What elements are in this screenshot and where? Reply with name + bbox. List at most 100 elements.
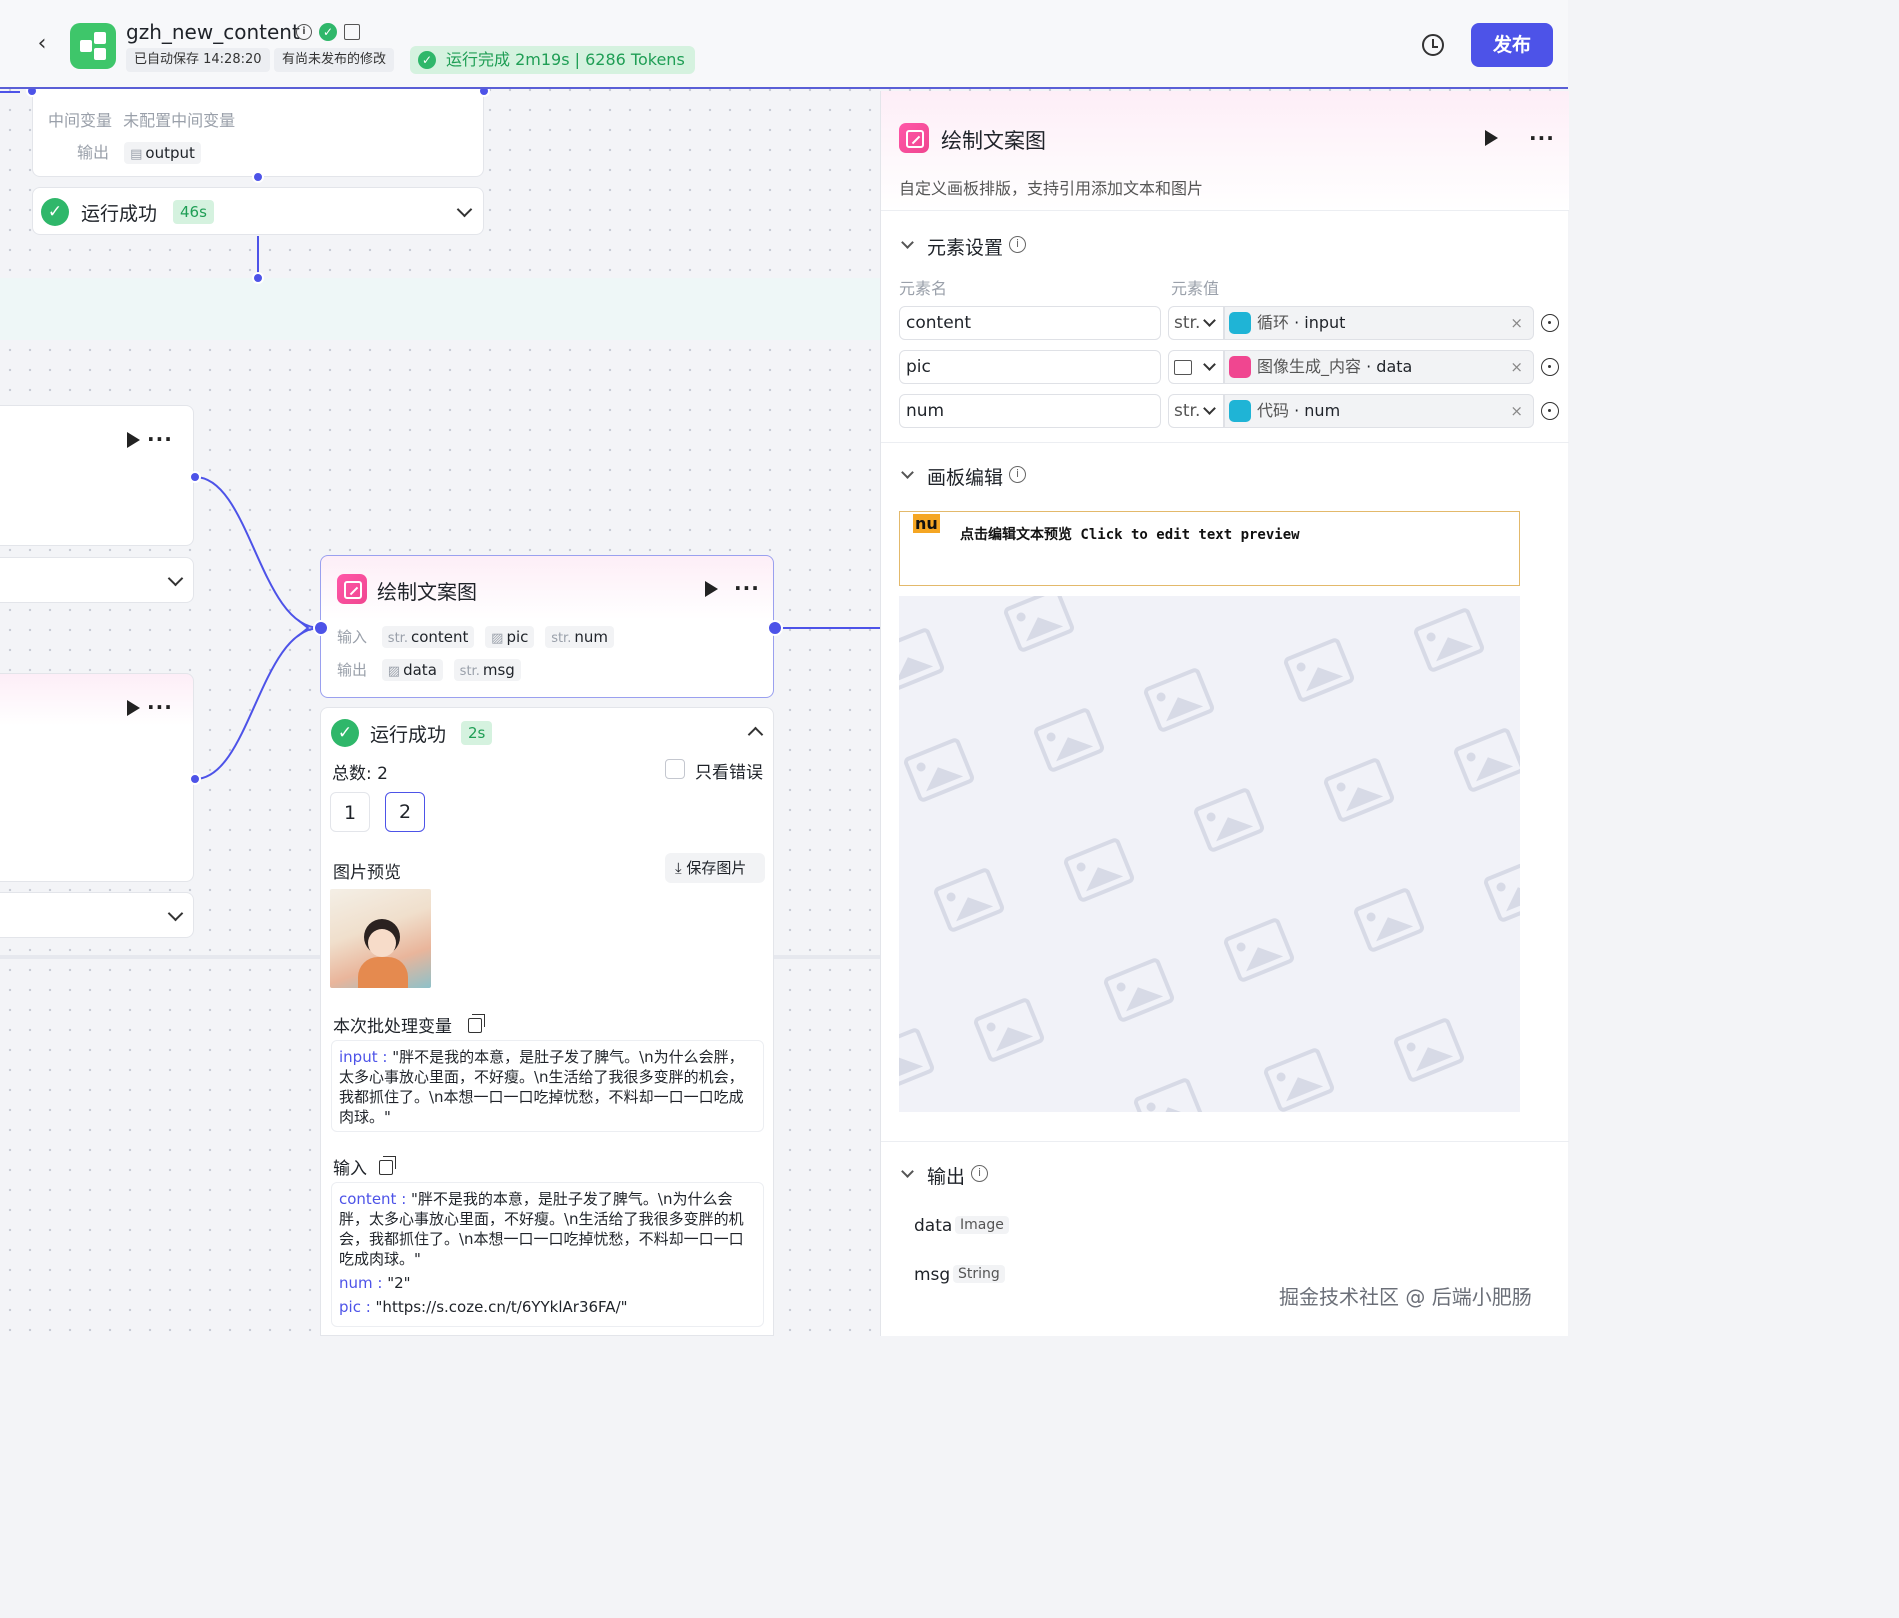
output-label: 输出 xyxy=(337,661,368,679)
main-node-title: 绘制文案图 xyxy=(377,580,477,604)
main-node-card[interactable]: 绘制文案图 ··· 输入 str. content ▨ pic str. num 输出… xyxy=(320,555,774,698)
run-status-badge[interactable]: ✓ 运行完成 2m19s | 6286 Tokens xyxy=(410,46,695,74)
divider xyxy=(881,1141,1569,1142)
col-value-header: 元素值 xyxy=(1171,279,1220,298)
clear-icon[interactable]: × xyxy=(1510,307,1523,339)
input-param-content: str. content xyxy=(381,626,475,648)
input-values-box: content : "胖不是我的本意，是肚子发了脾气。\n为什么会胖，太多心事放… xyxy=(331,1182,764,1327)
watermark: 掘金技术社区 @ 后端小肥肠 xyxy=(1279,1285,1532,1309)
clear-icon[interactable]: × xyxy=(1510,395,1523,427)
panel-header: 绘制文案图 ··· 自定义画板排版，支持引用添加文本和图片 xyxy=(881,91,1569,211)
element-type-select[interactable]: str. xyxy=(1168,394,1224,428)
copy-icon[interactable] xyxy=(379,1156,396,1175)
success-check-icon: ✓ xyxy=(418,51,436,69)
image-icon: ▨ xyxy=(387,664,401,679)
play-icon[interactable] xyxy=(127,700,140,716)
page-1-button[interactable]: 1 xyxy=(330,792,370,832)
play-icon[interactable] xyxy=(127,432,140,448)
copy-icon[interactable] xyxy=(468,1014,485,1033)
panel-description: 自定义画板排版，支持引用添加文本和图片 xyxy=(899,179,1204,198)
canvas-text-box[interactable]: nu 点击编辑文本预览 Click to edit text preview xyxy=(899,511,1520,586)
edit-icon[interactable] xyxy=(344,24,360,40)
output-type: String xyxy=(953,1265,1005,1283)
chevron-down-icon[interactable] xyxy=(456,201,473,218)
left-node-1[interactable]: ··· xyxy=(0,405,194,546)
main-node-input-port[interactable] xyxy=(313,620,329,636)
info-icon[interactable]: i xyxy=(971,1165,988,1182)
left-node-2-output-port[interactable] xyxy=(189,773,201,785)
element-value-ref[interactable]: 循环 · input × xyxy=(1224,306,1534,340)
top-bar: ‹ gzh_new_content i ✓ 已自动保存 14:28:20 有尚未… xyxy=(0,0,1568,89)
output-name: msg xyxy=(914,1265,951,1285)
collapse-chevron-icon[interactable] xyxy=(901,1165,914,1178)
loop-icon xyxy=(1229,312,1251,334)
chevron-up-icon[interactable] xyxy=(747,726,764,743)
more-icon[interactable]: ··· xyxy=(734,578,760,598)
divider xyxy=(881,442,1569,443)
play-icon[interactable] xyxy=(1485,130,1498,146)
chevron-down-icon xyxy=(1203,402,1216,415)
more-icon[interactable]: ··· xyxy=(147,697,173,717)
output-section-title: 输出 xyxy=(927,1166,966,1188)
canvas-section-title: 画板编辑 xyxy=(927,467,1004,489)
only-errors-label: 只看错误 xyxy=(695,763,763,783)
output-name: data xyxy=(914,1216,953,1236)
info-icon[interactable]: i xyxy=(296,24,312,40)
input-label: 输入 xyxy=(337,628,368,646)
save-image-button[interactable]: ⤓ 保存图片 xyxy=(665,853,765,883)
left-node-1-output-port[interactable] xyxy=(189,471,201,483)
variable-target-icon[interactable] xyxy=(1541,314,1559,332)
image-gen-icon xyxy=(1229,356,1251,378)
element-name-input[interactable]: content xyxy=(899,306,1161,340)
input-param-num: str. num xyxy=(545,626,614,648)
success-check-icon: ✓ xyxy=(41,198,69,226)
output-param-data: ▨ data xyxy=(381,659,443,681)
history-icon[interactable] xyxy=(1422,34,1444,56)
back-arrow-icon[interactable]: ‹ xyxy=(30,32,54,56)
info-icon[interactable]: i xyxy=(1009,466,1026,483)
loop-port[interactable] xyxy=(252,272,264,284)
batch-vars-label: 本次批处理变量 xyxy=(333,1017,452,1037)
left-node-1-result[interactable] xyxy=(0,557,194,603)
verified-check-icon: ✓ xyxy=(319,23,337,41)
element-value-ref[interactable]: 图像生成_内容 · data × xyxy=(1224,350,1534,384)
collapse-chevron-icon[interactable] xyxy=(901,236,914,249)
element-type-select[interactable]: str. xyxy=(1168,306,1224,340)
element-value-ref[interactable]: 代码 · num × xyxy=(1224,394,1534,428)
clear-icon[interactable]: × xyxy=(1510,351,1523,383)
code-icon xyxy=(1229,400,1251,422)
element-type-select[interactable] xyxy=(1168,350,1224,384)
publish-button[interactable]: 发布 xyxy=(1471,23,1553,67)
top-node-run-result[interactable]: ✓ 运行成功 46s xyxy=(32,187,484,235)
chevron-down-icon[interactable] xyxy=(167,905,184,922)
collapse-chevron-icon[interactable] xyxy=(901,466,914,479)
variable-target-icon[interactable] xyxy=(1541,358,1559,376)
more-icon[interactable]: ··· xyxy=(1529,128,1555,148)
run-status-text: 运行成功 xyxy=(81,203,158,225)
chevron-down-icon[interactable] xyxy=(167,570,184,587)
element-name-input[interactable]: num xyxy=(899,394,1161,428)
element-name-input[interactable]: pic xyxy=(899,350,1161,384)
unpublished-status: 有尚未发布的修改 xyxy=(274,48,395,72)
run-status-text: 运行成功 xyxy=(370,724,447,746)
play-icon[interactable] xyxy=(705,581,718,597)
output-param-msg: str. msg xyxy=(453,659,521,681)
preview-image[interactable] xyxy=(330,889,431,988)
intermediate-value: 未配置中间变量 xyxy=(123,111,236,130)
chevron-down-icon xyxy=(1203,314,1216,327)
only-errors-checkbox[interactable] xyxy=(665,759,685,779)
batch-vars-box: input : "胖不是我的本意，是肚子发了脾气。\n为什么会胖，太多心事放心里… xyxy=(331,1040,764,1132)
canvas-board[interactable] xyxy=(899,596,1520,1112)
intermediate-label: 中间变量 xyxy=(48,111,113,130)
main-node-output-port[interactable] xyxy=(767,620,783,636)
chevron-down-icon xyxy=(1203,358,1216,371)
page-2-button[interactable]: 2 xyxy=(385,792,425,832)
left-node-2[interactable]: ··· xyxy=(0,673,194,882)
variable-target-icon[interactable] xyxy=(1541,402,1559,420)
input-param-pic: ▨ pic xyxy=(485,626,535,648)
main-node-run-result: ✓ 运行成功 2s 总数: 2 只看错误 1 2 图片预览 ⤓ 保存图片 本次批… xyxy=(320,707,774,1336)
more-icon[interactable]: ··· xyxy=(147,429,173,449)
top-node-output-port[interactable] xyxy=(252,171,264,183)
info-icon[interactable]: i xyxy=(1009,236,1026,253)
left-node-2-result[interactable] xyxy=(0,892,194,938)
